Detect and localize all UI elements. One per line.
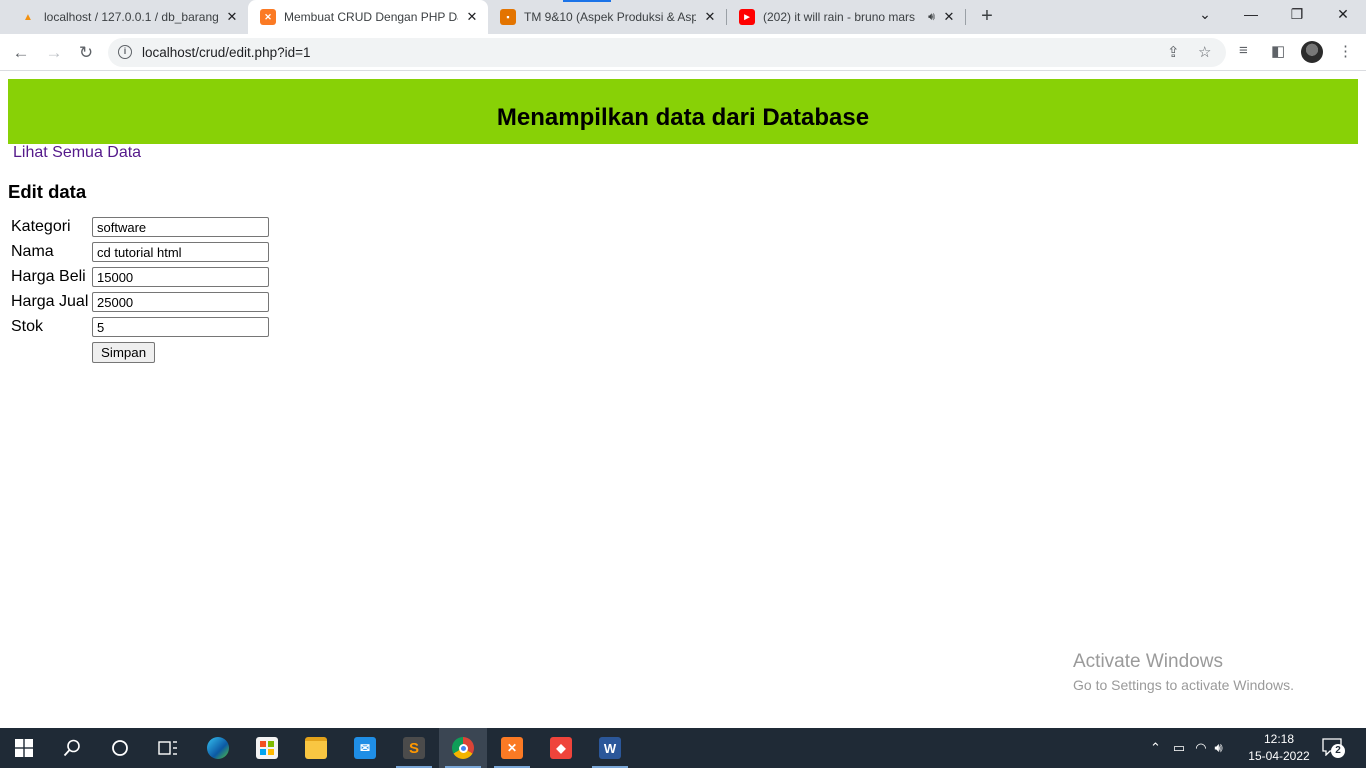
tab-phpmyadmin[interactable]: ▲ localhost / 127.0.0.1 / db_barang ✕ [8, 0, 248, 34]
kategori-label: Kategori [11, 218, 71, 235]
forward-icon[interactable]: → [42, 41, 66, 65]
share-icon[interactable]: ⇪ [1167, 43, 1180, 61]
xampp-icon: ✕ [501, 737, 523, 759]
media-control-icon[interactable]: ≡ [1239, 42, 1248, 59]
site-info-icon[interactable]: i [118, 45, 132, 59]
kategori-input[interactable] [92, 217, 269, 237]
nama-label: Nama [11, 243, 54, 260]
taskbar-sublime[interactable]: S [390, 728, 438, 768]
volume-icon[interactable]: 🔊︎ [1215, 740, 1223, 756]
harga-jual-input[interactable] [92, 292, 269, 312]
tab-title: TM 9&10 (Aspek Produksi & Aspek Manajeme… [524, 10, 696, 24]
system-clock[interactable]: 12:18 15-04-2022 [1246, 731, 1312, 765]
tab-title: (202) it will rain - bruno mars [763, 10, 916, 24]
notification-badge: 2 [1331, 744, 1345, 758]
watermark-subtitle: Go to Settings to activate Windows. [1073, 677, 1294, 693]
nama-input[interactable] [92, 242, 269, 262]
form-row-nama: Nama [11, 242, 311, 262]
taskbar-store[interactable] [243, 728, 291, 768]
tab-separator [965, 9, 966, 25]
taskbar-mail[interactable]: ✉ [341, 728, 389, 768]
loading-indicator [563, 0, 611, 2]
windows-taskbar: ✉ S ✕ ◆ W ⌃ ▭ ◠ 🔊︎ 12:18 15-04-2022 2 [0, 728, 1366, 768]
stok-input[interactable] [92, 317, 269, 337]
tab-search-icon[interactable]: ⌄ [1182, 0, 1228, 30]
harga-beli-input[interactable] [92, 267, 269, 287]
profile-avatar[interactable] [1301, 41, 1323, 63]
tab-title: localhost / 127.0.0.1 / db_barang [44, 10, 218, 24]
clock-date: 15-04-2022 [1248, 749, 1310, 763]
form-row-kategori: Kategori [11, 217, 311, 237]
reload-icon[interactable]: ↻ [74, 41, 98, 65]
side-panel-icon[interactable]: ◧ [1271, 42, 1285, 60]
taskbar-xampp[interactable]: ✕ [488, 728, 536, 768]
cortana-icon [112, 740, 128, 756]
new-tab-button[interactable]: + [976, 6, 998, 28]
taskbar-chrome[interactable] [439, 728, 487, 768]
xampp-icon: ✕ [260, 9, 276, 25]
notification-center-button[interactable]: 2 [1322, 738, 1346, 758]
sublime-text-icon: S [403, 737, 425, 759]
page-title: Menampilkan data dari Database [496, 104, 870, 131]
windows-logo-icon [15, 739, 33, 757]
menu-kebab-icon[interactable]: ⋮ [1338, 42, 1353, 60]
browser-toolbar: ← → ↻ i localhost/crud/edit.php?id=1 ⇪ ☆… [0, 34, 1366, 71]
harga-beli-label: Harga Beli [11, 268, 86, 285]
system-tray: ⌃ ▭ ◠ 🔊︎ [1150, 728, 1223, 768]
watermark-title: Activate Windows [1073, 651, 1223, 672]
close-tab-icon[interactable]: ✕ [941, 9, 957, 25]
chevron-up-icon[interactable]: ⌃ [1150, 740, 1161, 756]
mail-icon: ✉ [354, 737, 376, 759]
stok-label: Stok [11, 318, 44, 335]
search-button[interactable] [48, 728, 96, 768]
url-text[interactable]: localhost/crud/edit.php?id=1 [142, 45, 311, 60]
web-page: Menampilkan data dari Database Lihat Sem… [0, 71, 1366, 728]
tab-crud[interactable]: ✕ Membuat CRUD Dengan PHP Dan MySQL ✕ [248, 0, 488, 34]
close-tab-icon[interactable]: ✕ [702, 9, 718, 25]
form-row-harga-jual: Harga Jual [11, 292, 311, 312]
form-row-stok: Stok [11, 317, 311, 337]
word-icon: W [599, 737, 621, 759]
back-icon[interactable]: ← [9, 41, 33, 65]
task-view-icon [158, 741, 177, 755]
taskbar-file-explorer[interactable] [292, 728, 340, 768]
tab-youtube[interactable]: ▶ (202) it will rain - bruno mars 🔊︎ ✕ [727, 0, 965, 34]
view-all-data-link[interactable]: Lihat Semua Data [13, 144, 141, 162]
anydesk-icon: ◆ [550, 737, 572, 759]
classroom-icon: ▪ [500, 9, 516, 25]
tab-strip: ▲ localhost / 127.0.0.1 / db_barang ✕ ✕ … [0, 0, 1366, 34]
phpmyadmin-icon: ▲ [23, 11, 33, 23]
restore-button[interactable]: ❐ [1274, 0, 1320, 30]
cortana-button[interactable] [96, 728, 144, 768]
start-button[interactable] [0, 728, 48, 768]
clock-time: 12:18 [1263, 732, 1295, 746]
search-icon [63, 739, 80, 757]
bookmark-star-icon[interactable]: ☆ [1198, 43, 1211, 61]
form-row-harga-beli: Harga Beli [11, 267, 311, 287]
youtube-icon: ▶ [739, 9, 755, 25]
activation-watermark: Activate Windows Go to Settings to activ… [1073, 651, 1294, 693]
close-window-button[interactable]: ✕ [1320, 0, 1366, 30]
battery-icon[interactable]: ▭ [1173, 740, 1185, 756]
wifi-icon[interactable]: ◠ [1195, 740, 1206, 756]
store-icon [256, 737, 278, 759]
save-button[interactable]: Simpan [92, 342, 156, 363]
folder-icon [305, 737, 327, 759]
tab-title: Membuat CRUD Dengan PHP Dan MySQL [284, 10, 458, 24]
edge-icon [207, 737, 229, 759]
close-tab-icon[interactable]: ✕ [464, 9, 480, 25]
speaker-icon[interactable]: 🔊︎ [928, 11, 935, 24]
tab-classroom[interactable]: ▪ TM 9&10 (Aspek Produksi & Aspek Manaje… [488, 0, 726, 34]
page-header: Menampilkan data dari Database [8, 79, 1358, 144]
close-tab-icon[interactable]: ✕ [224, 9, 240, 25]
taskbar-anydesk[interactable]: ◆ [537, 728, 585, 768]
chrome-icon [452, 737, 474, 759]
taskbar-word[interactable]: W [586, 728, 634, 768]
address-bar[interactable]: i localhost/crud/edit.php?id=1 ⇪ ☆ [108, 38, 1226, 67]
task-view-button[interactable] [144, 728, 192, 768]
taskbar-edge[interactable] [194, 728, 242, 768]
harga-jual-label: Harga Jual [11, 293, 89, 310]
minimize-button[interactable]: — [1228, 0, 1274, 30]
section-title: Edit data [8, 181, 87, 202]
